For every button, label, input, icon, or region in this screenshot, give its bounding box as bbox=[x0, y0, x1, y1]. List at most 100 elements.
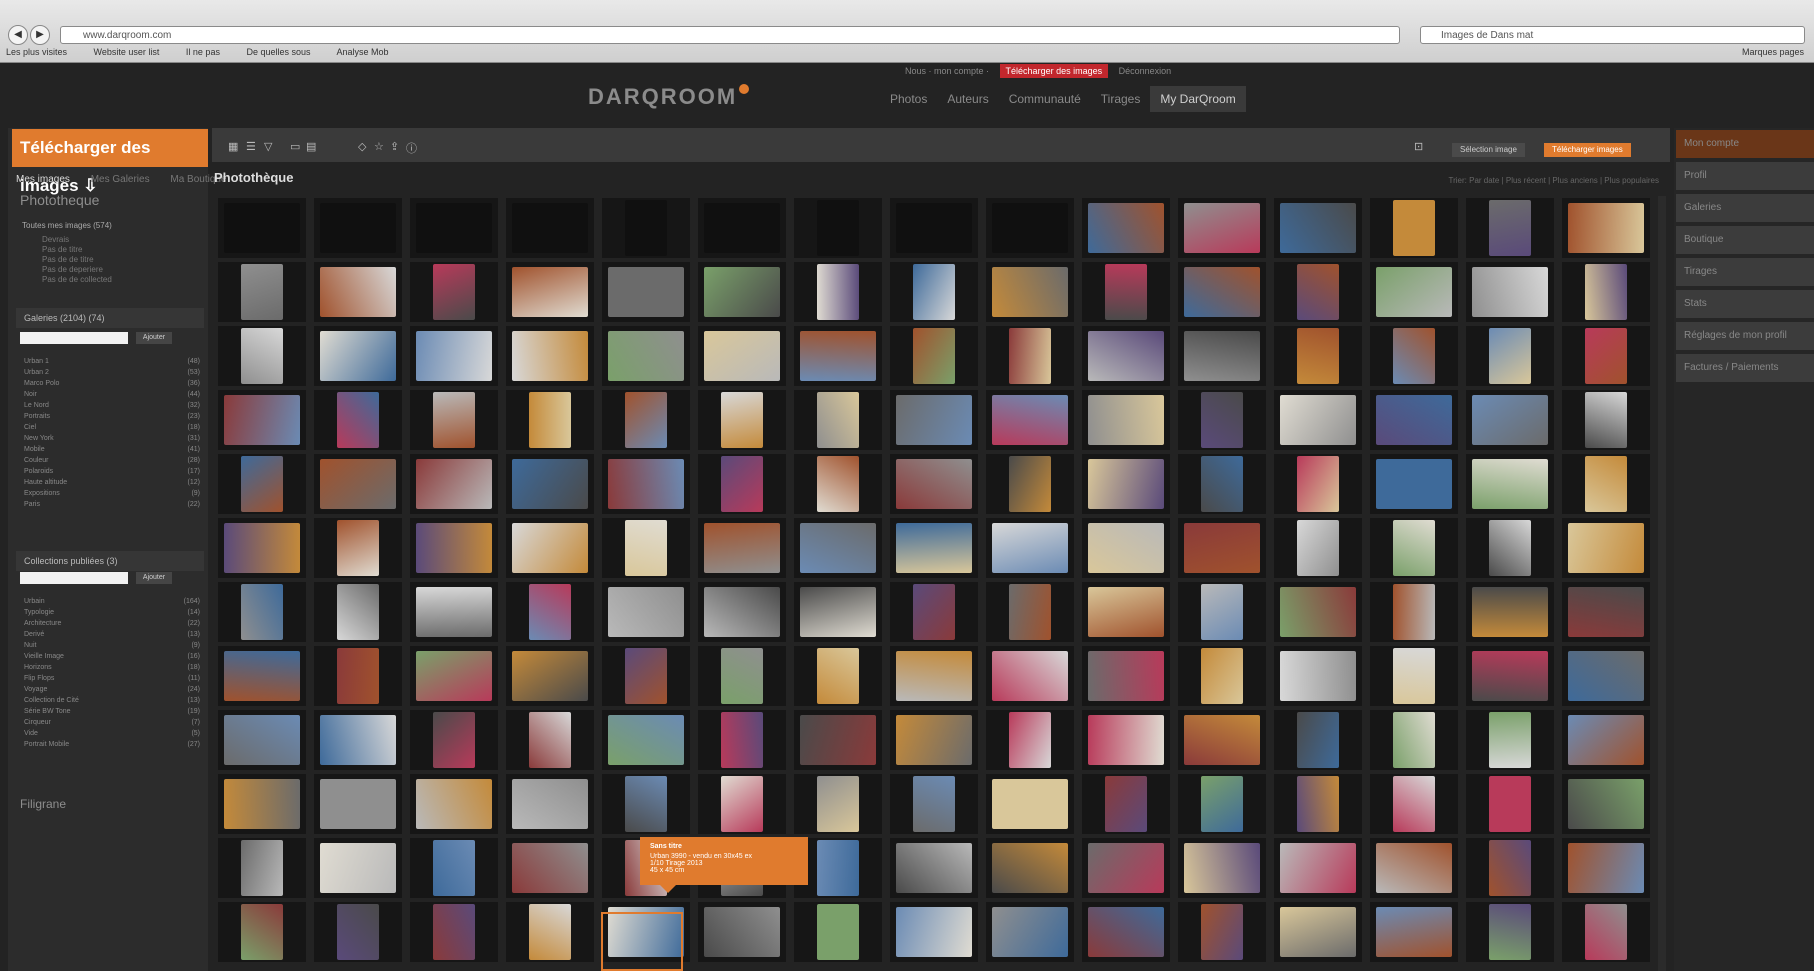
photo-thumbnail[interactable] bbox=[602, 582, 690, 642]
photo-thumbnail[interactable] bbox=[698, 902, 786, 962]
photo-thumbnail[interactable] bbox=[1370, 710, 1458, 770]
photo-thumbnail[interactable] bbox=[698, 774, 786, 834]
bookmark-0[interactable]: Les plus visites bbox=[6, 47, 67, 57]
photo-thumbnail[interactable] bbox=[890, 326, 978, 386]
photo-thumbnail[interactable] bbox=[1274, 710, 1362, 770]
photo-thumbnail[interactable] bbox=[1466, 710, 1554, 770]
photo-thumbnail[interactable] bbox=[1082, 198, 1170, 258]
photo-thumbnail[interactable] bbox=[506, 518, 594, 578]
photo-thumbnail[interactable] bbox=[1466, 454, 1554, 514]
list-item[interactable]: Urbain (164) bbox=[24, 598, 200, 605]
photo-thumbnail[interactable] bbox=[410, 454, 498, 514]
photo-thumbnail[interactable] bbox=[698, 262, 786, 322]
url-bar[interactable]: www.darqroom.com bbox=[60, 26, 1400, 44]
sub-item-3[interactable]: Pas de deperiere bbox=[42, 265, 103, 274]
photo-thumbnail[interactable] bbox=[218, 198, 306, 258]
photo-thumbnail[interactable] bbox=[1466, 198, 1554, 258]
collections-header[interactable]: Collections publiées (3) bbox=[16, 551, 204, 571]
photo-thumbnail[interactable] bbox=[1274, 582, 1362, 642]
photo-thumbnail[interactable] bbox=[1274, 262, 1362, 322]
list-item[interactable]: Horizons (18) bbox=[24, 664, 200, 671]
photo-thumbnail[interactable] bbox=[698, 582, 786, 642]
photo-thumbnail[interactable] bbox=[986, 774, 1074, 834]
photo-thumbnail[interactable] bbox=[1466, 902, 1554, 962]
photo-thumbnail[interactable] bbox=[1178, 198, 1266, 258]
photo-thumbnail[interactable] bbox=[794, 774, 882, 834]
photo-thumbnail[interactable] bbox=[218, 262, 306, 322]
gallery-name-input[interactable] bbox=[20, 332, 128, 344]
photo-thumbnail[interactable] bbox=[1178, 902, 1266, 962]
photo-thumbnail[interactable] bbox=[794, 390, 882, 450]
photo-thumbnail[interactable] bbox=[1370, 326, 1458, 386]
selected-photo-outline[interactable] bbox=[601, 912, 683, 971]
photo-thumbnail[interactable] bbox=[1274, 198, 1362, 258]
photo-thumbnail[interactable] bbox=[1370, 646, 1458, 706]
photo-thumbnail[interactable] bbox=[314, 710, 402, 770]
photo-thumbnail[interactable] bbox=[410, 326, 498, 386]
photo-thumbnail[interactable] bbox=[986, 582, 1074, 642]
photo-thumbnail[interactable] bbox=[986, 902, 1074, 962]
photo-thumbnail[interactable] bbox=[1178, 774, 1266, 834]
trash-icon[interactable]: ▤ bbox=[306, 140, 316, 153]
photo-thumbnail[interactable] bbox=[1370, 902, 1458, 962]
photo-thumbnail[interactable] bbox=[506, 262, 594, 322]
photo-thumbnail[interactable] bbox=[1562, 582, 1650, 642]
sub-item-2[interactable]: Pas de de titre bbox=[42, 255, 94, 264]
forward-button[interactable]: ▶ bbox=[30, 25, 50, 45]
photo-thumbnail[interactable] bbox=[794, 518, 882, 578]
list-item[interactable]: Flip Flops (11) bbox=[24, 675, 200, 682]
photo-thumbnail[interactable] bbox=[1562, 326, 1650, 386]
photo-thumbnail[interactable] bbox=[410, 518, 498, 578]
photo-thumbnail[interactable] bbox=[410, 902, 498, 962]
photo-thumbnail[interactable] bbox=[890, 710, 978, 770]
photo-thumbnail[interactable] bbox=[410, 262, 498, 322]
photo-thumbnail[interactable] bbox=[890, 774, 978, 834]
photo-thumbnail[interactable] bbox=[506, 902, 594, 962]
photo-thumbnail[interactable] bbox=[1082, 454, 1170, 514]
add-collection-button[interactable]: Ajouter bbox=[136, 572, 172, 584]
photo-thumbnail[interactable] bbox=[1466, 582, 1554, 642]
list-item[interactable]: Mobile (41) bbox=[24, 446, 200, 453]
photo-thumbnail[interactable] bbox=[1274, 774, 1362, 834]
list-icon[interactable]: ☰ bbox=[246, 140, 256, 153]
browser-search[interactable]: Images de Dans mat bbox=[1420, 26, 1805, 44]
filigrane-section[interactable]: Filigrane bbox=[20, 797, 66, 811]
photo-thumbnail[interactable] bbox=[1466, 774, 1554, 834]
photo-thumbnail[interactable] bbox=[1178, 838, 1266, 898]
share-icon[interactable]: ⇪ bbox=[390, 140, 399, 153]
photo-thumbnail[interactable] bbox=[1370, 838, 1458, 898]
photo-thumbnail[interactable] bbox=[1178, 262, 1266, 322]
photo-thumbnail[interactable] bbox=[890, 390, 978, 450]
list-item[interactable]: Haute altitude (12) bbox=[24, 479, 200, 486]
photo-thumbnail[interactable] bbox=[1370, 262, 1458, 322]
photo-thumbnail[interactable] bbox=[602, 390, 690, 450]
photo-thumbnail[interactable] bbox=[698, 646, 786, 706]
right-item-5[interactable]: Stats bbox=[1676, 290, 1814, 318]
star-icon[interactable]: ☆ bbox=[374, 140, 384, 153]
photo-thumbnail[interactable] bbox=[1370, 454, 1458, 514]
photo-thumbnail[interactable] bbox=[698, 198, 786, 258]
photo-thumbnail[interactable] bbox=[410, 390, 498, 450]
photo-thumbnail[interactable] bbox=[890, 262, 978, 322]
list-item[interactable]: Série BW Tone (19) bbox=[24, 708, 200, 715]
photo-thumbnail[interactable] bbox=[314, 646, 402, 706]
photo-thumbnail[interactable] bbox=[1562, 902, 1650, 962]
photo-thumbnail[interactable] bbox=[1274, 454, 1362, 514]
list-item[interactable]: Urban 1 (48) bbox=[24, 358, 200, 365]
photo-thumbnail[interactable] bbox=[218, 710, 306, 770]
photo-thumbnail[interactable] bbox=[1082, 710, 1170, 770]
photo-thumbnail[interactable] bbox=[794, 582, 882, 642]
photo-thumbnail[interactable] bbox=[506, 390, 594, 450]
bookmark-2[interactable]: Il ne pas bbox=[186, 47, 220, 57]
photo-thumbnail[interactable] bbox=[218, 582, 306, 642]
photo-thumbnail[interactable] bbox=[1178, 326, 1266, 386]
photo-thumbnail[interactable] bbox=[1178, 710, 1266, 770]
photo-thumbnail[interactable] bbox=[1274, 326, 1362, 386]
photo-thumbnail[interactable] bbox=[218, 902, 306, 962]
photo-thumbnail[interactable] bbox=[1562, 262, 1650, 322]
photo-thumbnail[interactable] bbox=[410, 582, 498, 642]
photo-thumbnail[interactable] bbox=[1562, 198, 1650, 258]
sort-options[interactable]: Trier: Par date | Plus récent | Plus anc… bbox=[1449, 176, 1659, 185]
photo-thumbnail[interactable] bbox=[218, 774, 306, 834]
upload-highlight-button[interactable]: Télécharger des images bbox=[999, 64, 1109, 78]
